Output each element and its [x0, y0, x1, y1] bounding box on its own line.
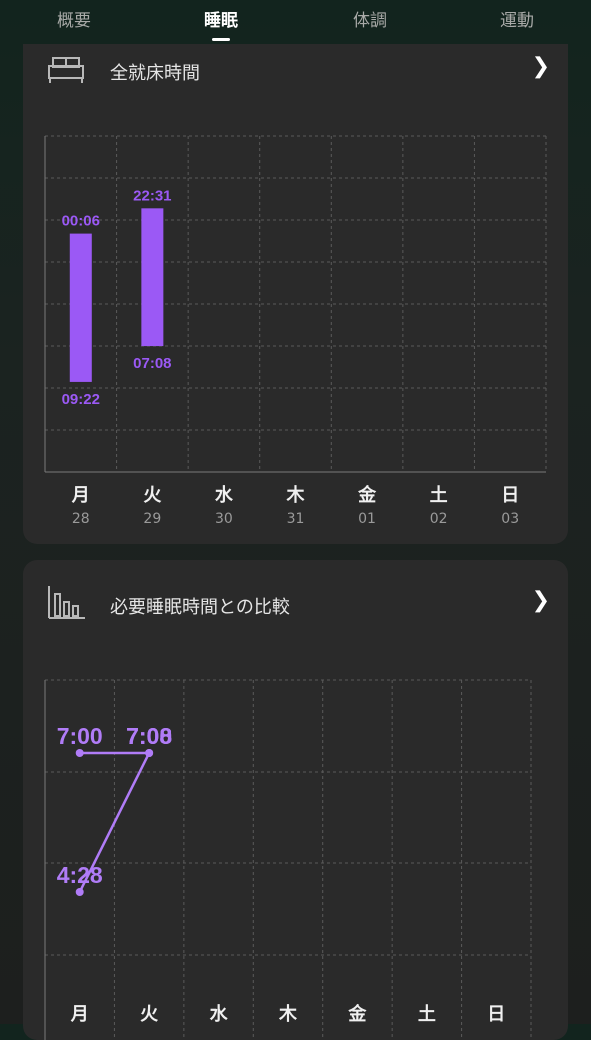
day-label: 火 29: [143, 481, 161, 527]
weekday-name: 水: [214, 485, 233, 506]
data-point: [75, 749, 84, 757]
data-point: [75, 888, 84, 896]
weekday-name: 土: [417, 1004, 436, 1025]
weekday-name: 日: [487, 1004, 506, 1025]
bed-time-chart: 00:06 09:22 22:31 07:08: [44, 135, 547, 473]
active-tab-indicator: [212, 38, 230, 41]
day-label: 水 30: [215, 481, 233, 527]
weekday-date: 28: [71, 511, 90, 527]
bar-start-label: 00:06: [62, 213, 100, 230]
day-label: 土: [418, 1000, 436, 1026]
weekday-name: 月: [70, 1004, 89, 1025]
weekday-name: 木: [286, 485, 305, 506]
weekday-date: 31: [286, 511, 305, 527]
weekday-name: 火: [143, 485, 162, 506]
day-label: 木: [279, 1000, 297, 1026]
weekday-date: 01: [358, 511, 376, 527]
weekday-date: 03: [501, 511, 520, 527]
day-label: 金: [348, 1000, 366, 1026]
day-label: 土 02: [430, 481, 448, 527]
bar-start-label: 22:31: [133, 187, 171, 204]
day-label: 木 31: [287, 481, 305, 527]
day-label: 月 28: [72, 481, 90, 527]
sleep-bar: [69, 233, 92, 382]
bed-time-card[interactable]: 全就床時間 ❯ 00:06 09:22 22:31 07:08 月 28 火 29 水 30 木 3…: [23, 44, 568, 544]
day-label: 日 03: [501, 481, 519, 527]
weekday-name: 金: [348, 1004, 367, 1025]
tab-bar: 概要 睡眠 体調 運動: [0, 0, 591, 42]
day-label: 月: [71, 1000, 89, 1026]
day-label: 日: [487, 1000, 505, 1026]
data-point: [145, 749, 154, 757]
tab-condition[interactable]: 体調: [353, 6, 387, 31]
day-label: 金 01: [358, 481, 376, 527]
day-label: 火: [140, 1000, 158, 1026]
sleep-bar: [141, 208, 164, 347]
weekday-name: 水: [209, 1004, 228, 1025]
weekday-name: 日: [501, 485, 520, 506]
bar-end-label: 09:22: [62, 391, 100, 408]
weekday-date: 02: [429, 511, 448, 527]
sleep-comparison-chart: 7:00 7:084:287:00: [44, 679, 532, 1040]
weekday-name: 金: [358, 485, 377, 506]
weekday-name: 土: [429, 485, 448, 506]
point-label: 7:00: [126, 723, 172, 749]
tab-overview[interactable]: 概要: [57, 6, 91, 31]
bar-end-label: 07:08: [133, 355, 171, 372]
sleep-comparison-card[interactable]: 必要睡眠時間との比較 ❯ 7:00 7:08 4:28 7:00 月火水木金土日: [23, 560, 568, 1040]
point-label: 7:00: [57, 723, 103, 749]
weekday-date: 30: [215, 511, 233, 527]
tab-exercise[interactable]: 運動: [500, 6, 534, 31]
weekday-date: 29: [143, 511, 162, 527]
weekday-name: 火: [140, 1004, 159, 1025]
tab-sleep[interactable]: 睡眠: [204, 6, 238, 31]
weekday-name: 月: [71, 485, 90, 506]
point-label: 4:28: [57, 862, 103, 888]
weekday-name: 木: [279, 1004, 297, 1025]
day-label: 水: [210, 1000, 228, 1026]
